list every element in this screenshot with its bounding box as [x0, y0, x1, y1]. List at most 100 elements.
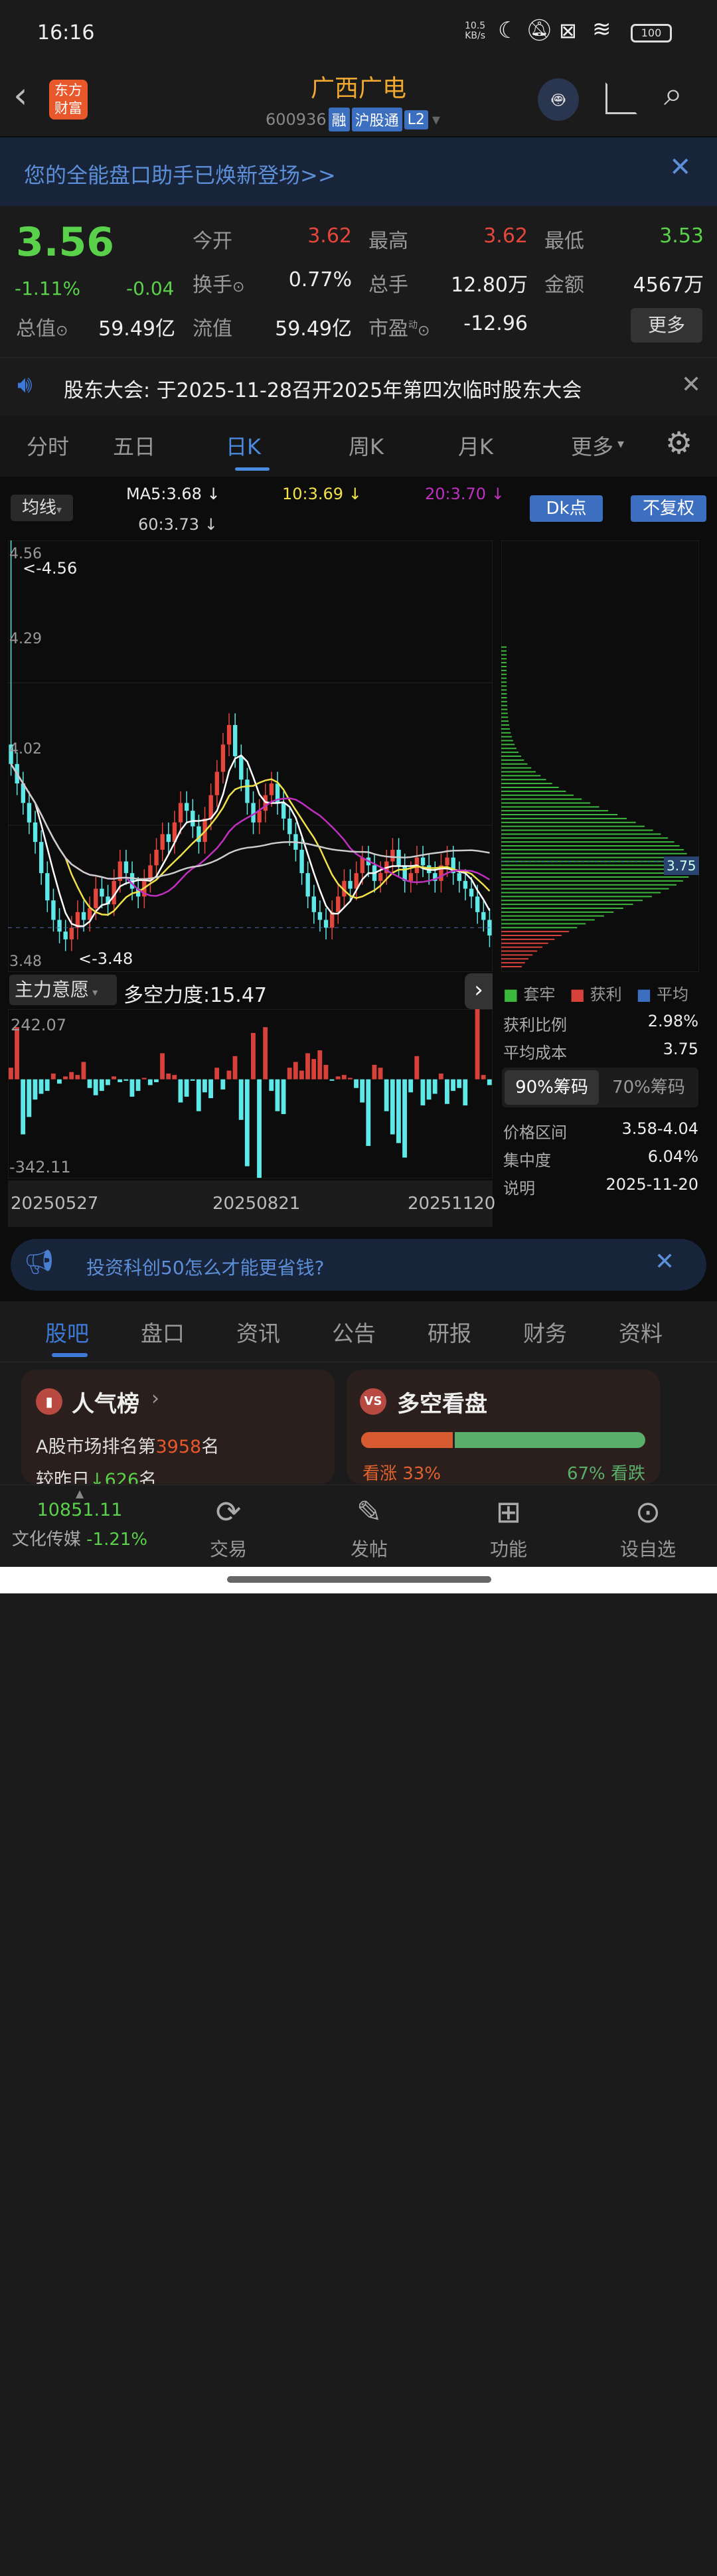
chart-tab[interactable]: 日K	[226, 430, 261, 461]
home-indicator[interactable]	[227, 1576, 491, 1583]
chart-tab[interactable]: 更多	[571, 430, 613, 461]
price-min-marker: <-3.48	[78, 949, 133, 968]
price-label: 4.29	[9, 631, 42, 647]
tab-90-chip[interactable]: 90%筹码	[505, 1070, 599, 1105]
flow-bar	[129, 1079, 135, 1097]
section-tab[interactable]: 资料	[619, 1316, 663, 1348]
section-tab[interactable]: 研报	[428, 1316, 471, 1348]
flow-bar	[420, 1079, 426, 1105]
flow-bar	[438, 1073, 443, 1080]
notice-bar[interactable]: 🔊︎ 股东大会: 于2025-11-28召开2025年第四次临时股东大会 ✕	[0, 357, 717, 416]
flow-bar	[457, 1079, 462, 1088]
flow-bar	[118, 1079, 123, 1083]
ma-selector[interactable]: 均线▾	[11, 495, 73, 521]
chart-tab[interactable]: 月K	[458, 430, 493, 461]
nav-add-watchlist[interactable]: ⊙ 设自选	[576, 1494, 717, 1562]
indicator-selector[interactable]: 主力意愿 ▾	[9, 975, 117, 1005]
quote-value: 0.77%	[288, 268, 352, 291]
candle-body	[420, 857, 426, 866]
share-icon[interactable]	[605, 82, 637, 114]
dropdown-icon: ▾	[432, 110, 440, 129]
chart-tab[interactable]: 周K	[349, 430, 384, 461]
tab-70-chip[interactable]: 70%筹码	[601, 1070, 696, 1105]
flow-bar	[329, 1079, 335, 1081]
flow-bar	[372, 1064, 377, 1080]
chart-tab[interactable]: 分时	[27, 430, 69, 461]
nav-functions[interactable]: ⊞ 功能	[437, 1494, 580, 1562]
flow-bar	[214, 1068, 220, 1080]
grid-icon: ⊞	[495, 1494, 522, 1530]
candle-body	[317, 912, 323, 920]
candle-body	[408, 873, 414, 881]
search-icon[interactable]: ⌕	[664, 74, 682, 114]
ranking-icon: ▮	[36, 1388, 62, 1415]
stock-code: 600936	[266, 110, 327, 129]
adjust-button[interactable]: 不复权	[631, 495, 706, 522]
candle-body	[208, 795, 213, 819]
ad-bar[interactable]: 📢︎ 投资科创50怎么才能更省钱? ✕	[11, 1239, 706, 1291]
candle-body	[360, 857, 365, 874]
settings-icon[interactable]: ⚙	[665, 425, 692, 461]
more-button[interactable]: 更多	[631, 308, 702, 343]
candle-body	[191, 811, 195, 827]
candle-body	[220, 744, 226, 772]
flow-bar	[39, 1079, 44, 1094]
flow-bar	[390, 1079, 395, 1135]
quote-value: 3.62	[307, 224, 352, 248]
index-value: 10851.11	[37, 1500, 123, 1520]
flow-bar	[354, 1079, 358, 1088]
popularity-card[interactable]: ▮ 人气榜 › A股市场排名第3958名 较昨日↓626名	[21, 1370, 335, 1484]
chip-stat-value: 6.04%	[647, 1147, 698, 1166]
ad-close-icon[interactable]: ✕	[655, 1248, 675, 1275]
quote-value: -12.96	[463, 312, 528, 335]
date-label: 20251120	[408, 1194, 496, 1214]
wifi-icon: ≋	[592, 16, 611, 42]
flow-bar	[93, 1079, 98, 1095]
index-ticker[interactable]: ▲ 10851.11 文化传媒 -1.21%	[0, 1487, 159, 1550]
flow-bar	[481, 1075, 486, 1080]
chip-stat-label: 价格区间	[503, 1123, 567, 1142]
flow-bar	[378, 1068, 383, 1080]
candle-body	[232, 725, 238, 756]
section-tab[interactable]: 盘口	[141, 1316, 185, 1348]
nav-trade[interactable]: ⟳ 交易	[157, 1494, 300, 1562]
nav-post[interactable]: ✎ 发帖	[297, 1494, 441, 1562]
quote-label: 换手⊙	[193, 274, 245, 297]
candle-body	[100, 888, 104, 897]
section-tab[interactable]: 公告	[332, 1316, 376, 1348]
dk-point-button[interactable]: Dk点	[530, 495, 603, 522]
notice-close-icon[interactable]: ✕	[681, 371, 701, 398]
candle-body	[269, 783, 274, 795]
date-axis[interactable]: 20250527 20250821 20251120	[8, 1180, 496, 1227]
flow-bar	[147, 1079, 153, 1086]
flow-bar	[63, 1076, 68, 1080]
flow-bar	[463, 1079, 468, 1105]
section-tab[interactable]: 资讯	[236, 1316, 280, 1348]
promo-banner[interactable]: 您的全能盘口助手已焕新登场>> ✕	[0, 137, 717, 206]
flow-bar	[287, 1068, 292, 1080]
flow-bar	[50, 1073, 56, 1080]
more-circle-icon: ⊙	[635, 1494, 661, 1530]
close-icon[interactable]: ✕	[669, 152, 692, 183]
candlestick-chart[interactable]	[8, 540, 493, 972]
candle-body	[51, 900, 56, 920]
candle-body	[475, 896, 480, 912]
assistant-avatar[interactable]: 🤖︎	[538, 78, 579, 121]
yen-cycle-icon: ⟳	[215, 1494, 242, 1530]
edit-icon: ✎	[356, 1494, 382, 1530]
flow-bar	[311, 1059, 317, 1080]
chip-stat-value: 2.98%	[647, 1012, 698, 1030]
chart-tab[interactable]: 五日	[113, 430, 155, 461]
stock-code-line[interactable]: 600936 融 沪股通 L2 ▾	[266, 108, 440, 131]
expand-button[interactable]: ›	[465, 973, 493, 1009]
chip-stat-value: 3.75	[663, 1040, 698, 1058]
bull-bear-card[interactable]: VS 多空看盘 看涨 33% 67% 看跌	[347, 1370, 660, 1484]
chart-frame	[8, 540, 493, 972]
flow-bar	[141, 1078, 147, 1080]
last-price: 3.56	[16, 219, 115, 266]
card-title: 多空看盘	[397, 1391, 487, 1417]
section-tab[interactable]: 股吧	[45, 1316, 89, 1348]
rank-delta-line: 较昨日↓626名	[36, 1465, 157, 1484]
candle-body	[226, 725, 232, 745]
section-tab[interactable]: 财务	[523, 1316, 567, 1348]
